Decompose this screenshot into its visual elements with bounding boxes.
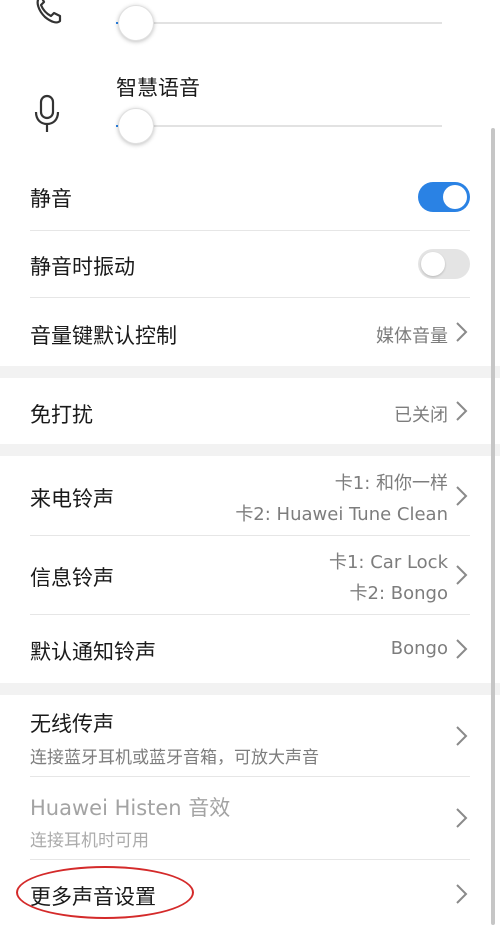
- voice-assistant-label: 智慧语音: [116, 76, 200, 100]
- voice-assistant-volume-slider[interactable]: [116, 108, 442, 144]
- chevron-right-icon: [456, 884, 468, 904]
- chevron-right-icon: [456, 322, 468, 342]
- silent-toggle[interactable]: [418, 182, 470, 212]
- do-not-disturb-label: 免打扰: [30, 403, 93, 427]
- message-tone-value-card2: 卡2: Bongo: [349, 583, 448, 604]
- message-tone-label: 信息铃声: [30, 566, 114, 590]
- chevron-right-icon: [456, 565, 468, 585]
- ringtone-value-card1: 卡1: 和你一样: [334, 473, 448, 494]
- silent-row[interactable]: 静音: [0, 164, 500, 230]
- vibrate-when-silent-row[interactable]: 静音时振动: [0, 231, 500, 297]
- silent-label: 静音: [30, 187, 72, 211]
- wireless-audio-label: 无线传声: [30, 712, 114, 736]
- message-tone-row[interactable]: 信息铃声 卡1: Car Lock 卡2: Bongo: [0, 536, 500, 614]
- volume-key-default-row[interactable]: 音量键默认控制 媒体音量: [0, 298, 500, 366]
- volume-key-default-label: 音量键默认控制: [30, 324, 177, 348]
- chevron-right-icon: [456, 808, 468, 828]
- histen-subtitle: 连接耳机时可用: [30, 831, 149, 851]
- do-not-disturb-value: 已关闭: [394, 405, 448, 426]
- call-volume-row: [0, 0, 500, 64]
- section-gap: [0, 444, 500, 456]
- chevron-right-icon: [456, 726, 468, 746]
- call-volume-thumb[interactable]: [118, 5, 154, 41]
- scrollbar[interactable]: [491, 128, 495, 925]
- voice-assistant-volume-thumb[interactable]: [118, 108, 154, 144]
- toggle-knob: [421, 252, 445, 276]
- chevron-right-icon: [456, 639, 468, 659]
- notification-tone-value: Bongo: [390, 638, 448, 659]
- vibrate-when-silent-label: 静音时振动: [30, 255, 135, 279]
- ringtone-label: 来电铃声: [30, 487, 114, 511]
- notification-tone-row[interactable]: 默认通知铃声 Bongo: [0, 615, 500, 683]
- chevron-right-icon: [456, 401, 468, 421]
- phone-icon: [36, 0, 62, 24]
- sound-settings-screen: 智慧语音 静音 静音时振动 音量键默认控制 媒体音量 免打扰 已关闭 来电铃声 …: [0, 0, 500, 925]
- histen-label: Huawei Histen 音效: [30, 796, 231, 820]
- volume-key-default-value: 媒体音量: [376, 326, 448, 347]
- wireless-audio-row[interactable]: 无线传声 连接蓝牙耳机或蓝牙音箱，可放大声音: [0, 695, 500, 776]
- section-gap: [0, 683, 500, 695]
- histen-row[interactable]: Huawei Histen 音效 连接耳机时可用: [0, 777, 500, 859]
- section-gap: [0, 366, 500, 378]
- voice-assistant-volume-row: 智慧语音: [0, 64, 500, 164]
- do-not-disturb-row[interactable]: 免打扰 已关闭: [0, 378, 500, 444]
- chevron-right-icon: [456, 486, 468, 506]
- call-volume-slider[interactable]: [116, 5, 442, 41]
- wireless-audio-subtitle: 连接蓝牙耳机或蓝牙音箱，可放大声音: [30, 748, 319, 768]
- ringtone-value-card2: 卡2: Huawei Tune Clean: [235, 504, 448, 525]
- toggle-knob: [443, 185, 467, 209]
- message-tone-value-card1: 卡1: Car Lock: [328, 552, 448, 573]
- vibrate-when-silent-toggle[interactable]: [418, 249, 470, 279]
- notification-tone-label: 默认通知铃声: [30, 640, 156, 664]
- annotation-circle: [16, 866, 194, 919]
- ringtone-row[interactable]: 来电铃声 卡1: 和你一样 卡2: Huawei Tune Clean: [0, 456, 500, 535]
- microphone-icon: [34, 94, 60, 132]
